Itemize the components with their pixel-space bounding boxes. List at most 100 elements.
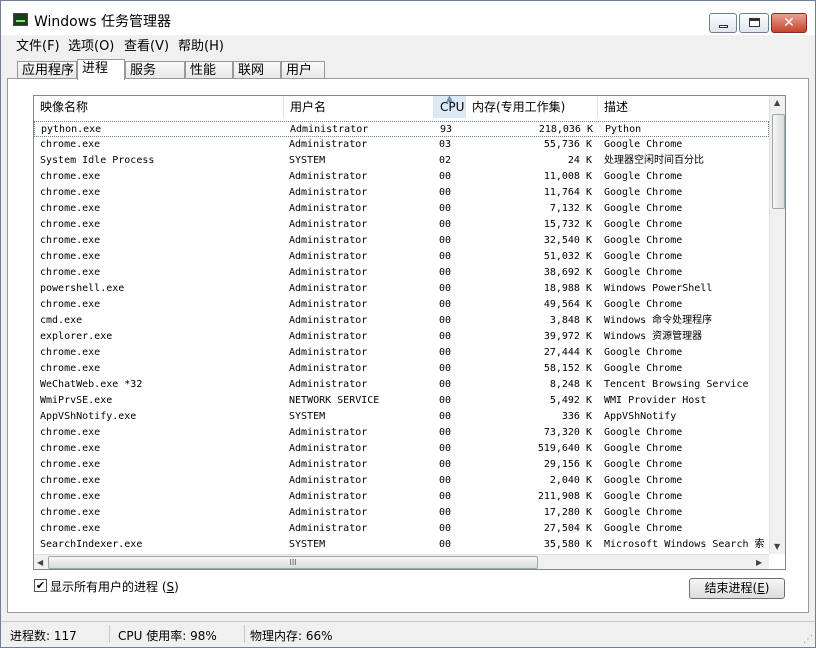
table-row[interactable]: cmd.exe Administrator 00 3,848 K Windows 命令处… [34,313,769,329]
close-icon: ✕ [783,15,795,31]
table-row[interactable]: chrome.exe Administrator 00 11,764 K Google … [34,185,769,201]
scroll-up-icon[interactable]: ▲ [774,98,780,107]
title-bar[interactable]: Windows 任务管理器 ✕ [1,1,815,35]
show-all-users-text: 显示所有用户的进程 [50,580,159,594]
show-all-users-label[interactable]: 显示所有用户的进程 (S) [50,578,179,595]
table-row[interactable]: chrome.exe Administrator 00 211,908 K Google… [34,489,769,505]
process-description: Google Chrome [604,491,683,502]
table-row[interactable]: WeChatWeb.exe *32 Administrator 00 8,248 K T… [34,377,769,393]
process-cpu: 00 [439,411,452,422]
show-all-users-checkbox[interactable]: ✔ [34,579,47,592]
process-memory: 29,156 K [543,459,592,470]
table-row[interactable]: System Idle Process SYSTEM 02 24 K 处理器空闲时间百分… [34,153,769,169]
process-memory: 32,540 K [543,235,592,246]
table-row[interactable]: WmiPrvSE.exe NETWORK SERVICE 00 5,492 K WMI … [34,393,769,409]
status-bar: 进程数: 117 CPU 使用率: 98% 物理内存: 66% ⋰ [1,621,815,647]
process-description: Tencent Browsing Service [604,379,749,390]
horizontal-scroll-thumb[interactable]: III [48,556,538,569]
process-name: System Idle Process [40,155,155,166]
table-row[interactable]: chrome.exe Administrator 00 7,132 K Google C… [34,201,769,217]
process-user: Administrator [290,124,369,135]
table-row[interactable]: chrome.exe Administrator 00 27,504 K Google … [34,521,769,537]
process-memory: 2,040 K [549,475,592,486]
table-row[interactable]: chrome.exe Administrator 00 2,040 K Google C… [34,473,769,489]
table-row[interactable]: powershell.exe Administrator 00 18,988 K Win… [34,281,769,297]
process-cpu: 02 [439,155,452,166]
tab-performance[interactable]: 性能 [185,61,233,79]
table-row[interactable]: chrome.exe Administrator 00 11,008 K Google … [34,169,769,185]
minimize-button[interactable] [709,13,737,33]
table-row[interactable]: chrome.exe Administrator 00 38,692 K Google … [34,265,769,281]
process-user: SYSTEM [289,539,326,550]
process-description: Windows PowerShell [604,283,713,294]
tab-networking[interactable]: 联网 [233,61,281,79]
table-row[interactable]: chrome.exe Administrator 00 32,540 K Google … [34,233,769,249]
process-user: Administrator [289,139,368,150]
process-memory: 3,848 K [549,315,592,326]
process-memory: 336 K [561,411,592,422]
process-description: Google Chrome [604,475,683,486]
process-description: Google Chrome [604,171,683,182]
resize-grip-icon[interactable]: ⋰ [803,634,813,645]
process-name: cmd.exe [40,315,83,326]
process-memory: 27,504 K [543,523,592,534]
table-row[interactable]: chrome.exe Administrator 00 49,564 K Google … [34,297,769,313]
column-memory[interactable]: 内存(专用工作集) [466,96,598,118]
table-row[interactable]: chrome.exe Administrator 00 51,032 K Google … [34,249,769,265]
process-name: chrome.exe [40,459,101,470]
table-row[interactable]: python.exe Administrator 93 218,036 K Python [34,121,769,137]
process-name: chrome.exe [40,443,101,454]
process-description: Google Chrome [604,203,683,214]
table-row[interactable]: chrome.exe Administrator 00 73,320 K Google … [34,425,769,441]
status-process-count: 进程数: 117 [10,629,77,643]
process-description: Google Chrome [604,443,683,454]
scroll-right-icon[interactable]: ▶ [756,558,762,567]
table-row[interactable]: explorer.exe Administrator 00 39,972 K Windo… [34,329,769,345]
column-image-name[interactable]: 映像名称 [34,96,284,118]
tab-users[interactable]: 用户 [281,61,325,79]
process-cpu: 00 [439,203,452,214]
menu-view[interactable]: 查看(V) [124,35,169,54]
tab-services[interactable]: 服务 [125,61,185,79]
process-user: Administrator [289,331,368,342]
table-row[interactable]: AppVShNotify.exe SYSTEM 00 336 K AppVShNotif… [34,409,769,425]
table-row[interactable]: chrome.exe Administrator 00 15,732 K Google … [34,217,769,233]
table-row[interactable]: chrome.exe Administrator 00 29,156 K Google … [34,457,769,473]
process-cpu: 00 [439,315,452,326]
process-memory: 11,008 K [543,171,592,182]
column-cpu[interactable]: ▲ CPU [434,96,466,118]
column-user-name[interactable]: 用户名 [284,96,434,118]
vertical-scrollbar[interactable]: ▲ ▼ [769,96,785,554]
menu-options[interactable]: 选项(O) [68,35,114,54]
table-row[interactable]: chrome.exe Administrator 00 27,444 K Google … [34,345,769,361]
column-description[interactable]: 描述 [598,96,769,118]
scroll-left-icon[interactable]: ◀ [37,558,43,567]
maximize-button[interactable] [739,13,769,33]
process-name: chrome.exe [40,235,101,246]
table-row[interactable]: chrome.exe Administrator 00 17,280 K Google … [34,505,769,521]
end-process-button[interactable]: 结束进程(E) [689,578,785,599]
vertical-scroll-thumb[interactable] [772,114,785,209]
tab-applications[interactable]: 应用程序 [17,61,77,79]
process-memory: 39,972 K [543,331,592,342]
tab-processes[interactable]: 进程 [77,59,125,80]
menu-help[interactable]: 帮助(H) [178,35,224,54]
process-user: Administrator [289,171,368,182]
process-description: Google Chrome [604,523,683,534]
menu-file[interactable]: 文件(F) [16,35,60,54]
table-row[interactable]: chrome.exe Administrator 03 55,736 K Google … [34,137,769,153]
process-list[interactable]: 映像名称 用户名 ▲ CPU 内存(专用工作集) 描述 python.exe Adm… [33,95,786,570]
table-row[interactable]: chrome.exe Administrator 00 58,152 K Google … [34,361,769,377]
process-memory: 7,132 K [549,203,592,214]
table-row[interactable]: SearchIndexer.exe SYSTEM 00 35,580 K Microso… [34,537,769,553]
process-cpu: 00 [439,347,452,358]
window-title: Windows 任务管理器 [34,14,171,30]
scroll-down-icon[interactable]: ▼ [774,542,780,551]
process-user: Administrator [289,251,368,262]
close-button[interactable]: ✕ [771,13,807,33]
process-user: Administrator [289,523,368,534]
process-name: chrome.exe [40,251,101,262]
process-description: Google Chrome [604,251,683,262]
horizontal-scrollbar[interactable]: ◀ III ▶ [34,554,769,569]
table-row[interactable]: chrome.exe Administrator 00 519,640 K Google… [34,441,769,457]
